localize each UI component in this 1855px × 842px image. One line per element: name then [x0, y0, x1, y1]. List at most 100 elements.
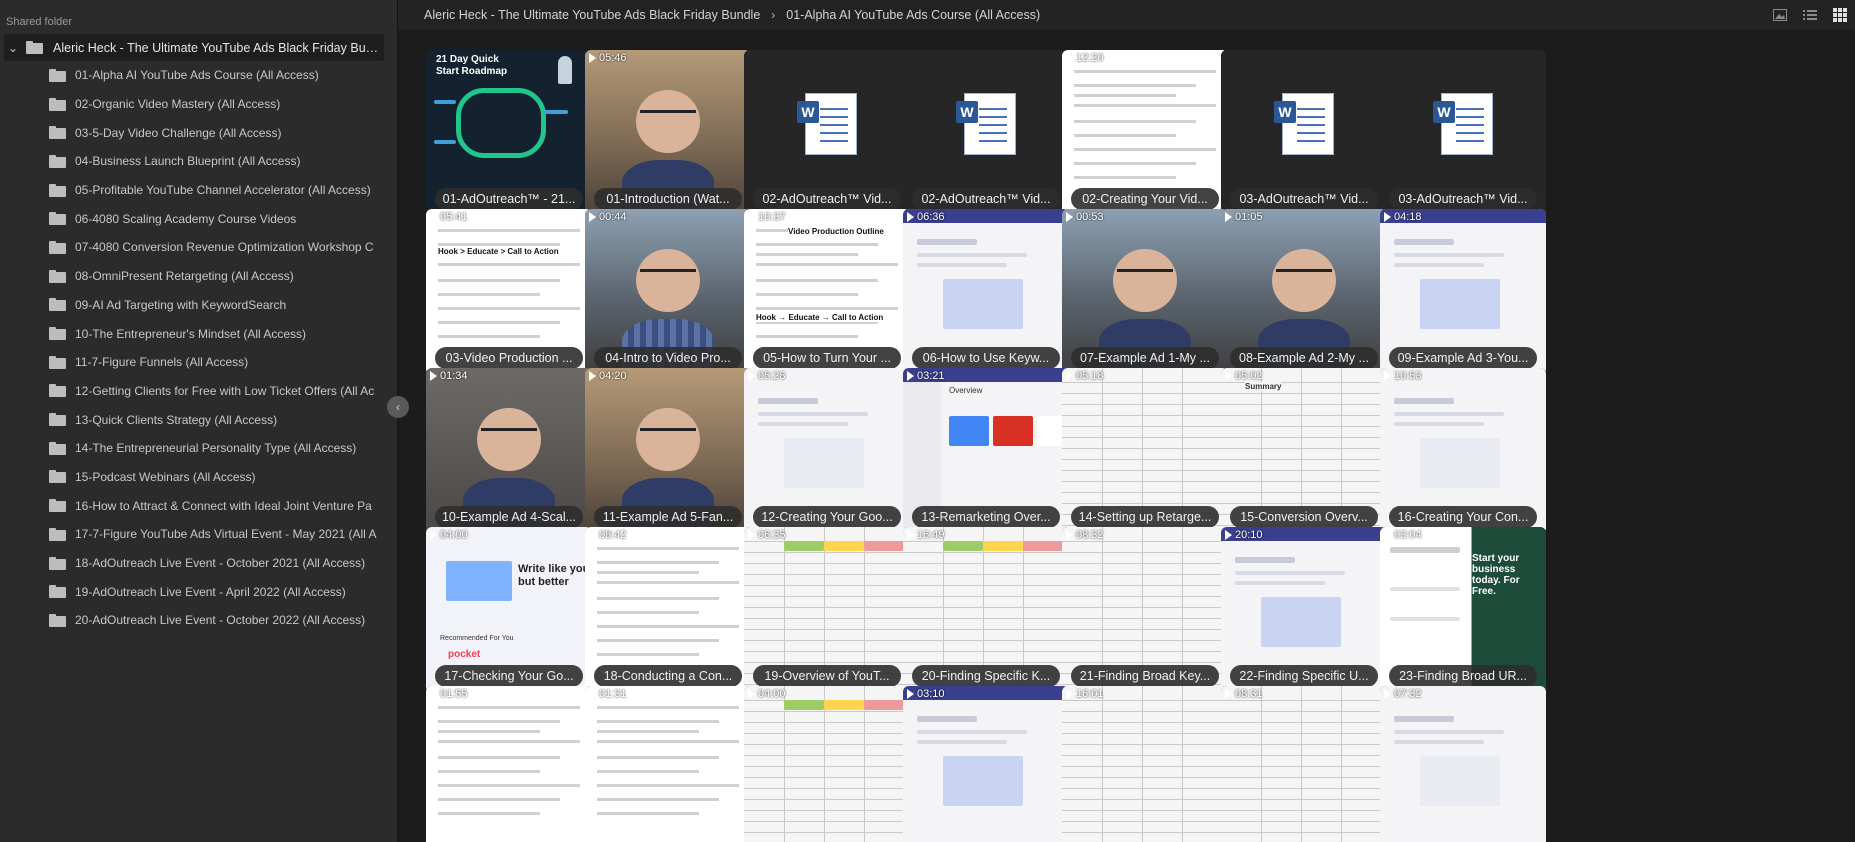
file-tile[interactable]: 16:01	[1062, 686, 1228, 842]
thumbnail-block	[1394, 412, 1504, 416]
file-tile[interactable]: Hook > Educate > Call to Action 05:41 03-V…	[426, 209, 592, 375]
file-tile[interactable]: 08:32 21-Finding Broad Key...	[1062, 527, 1228, 693]
sidebar-item-folder[interactable]: 12-Getting Clients for Free with Low Tic…	[0, 377, 397, 406]
sidebar-item-folder[interactable]: 20-AdOutreach Live Event - October 2022 …	[0, 606, 397, 635]
presenter-face	[1272, 248, 1336, 312]
file-tile[interactable]: 12:20 02-Creating Your Vid...	[1062, 50, 1228, 216]
file-tile[interactable]: 04:20 11-Example Ad 5-Fan...	[585, 368, 751, 534]
sidebar-item-folder[interactable]: 06-4080 Scaling Academy Course Videos	[0, 204, 397, 233]
file-tile[interactable]: 04:18 09-Example Ad 3-You...	[1380, 209, 1546, 375]
video-duration: 04:00	[748, 688, 786, 700]
file-tile[interactable]: 08:42 18-Conducting a Con...	[585, 527, 751, 693]
sidebar-item-label: 03-5-Day Video Challenge (All Access)	[75, 125, 282, 140]
document-line	[756, 243, 878, 246]
breadcrumb-item-current[interactable]: 01-Alpha AI YouTube Ads Course (All Acce…	[786, 8, 1040, 22]
sidebar-item-label: 07-4080 Conversion Revenue Optimization …	[75, 240, 374, 255]
file-tile[interactable]: Start your business today. For Free. 03:0…	[1380, 527, 1546, 693]
file-tile[interactable]: 06:36 06-How to Use Keyw...	[903, 209, 1069, 375]
promo-subtitle: Recommended For You	[440, 635, 514, 642]
file-tile[interactable]: 10:53 16-Creating Your Con...	[1380, 368, 1546, 534]
sheet-row-line	[1062, 426, 1228, 427]
file-name-label: 12-Creating Your Goo...	[753, 506, 901, 528]
thumbnail-block	[758, 398, 818, 404]
file-tile[interactable]: 00:53 07-Example Ad 1-My ...	[1062, 209, 1228, 375]
sidebar-item-folder[interactable]: 18-AdOutreach Live Event - October 2021 …	[0, 549, 397, 578]
file-tile[interactable]: 00:44 04-Intro to Video Pro...	[585, 209, 751, 375]
file-tile[interactable]: 05:18 14-Setting up Retarge...	[1062, 368, 1228, 534]
sidebar-item-folder[interactable]: 05-Profitable YouTube Channel Accelerato…	[0, 176, 397, 205]
file-tile[interactable]: Summary 05:02 15-Conversion Overv...	[1221, 368, 1387, 534]
sidebar-item-folder[interactable]: 10-The Entrepreneur's Mindset (All Acces…	[0, 319, 397, 348]
sidebar-item-folder[interactable]: 01-Alpha AI YouTube Ads Course (All Acce…	[0, 61, 397, 90]
file-tile[interactable]: Overview 03:21 13-Remarketing Over...	[903, 368, 1069, 534]
folder-icon	[49, 97, 66, 111]
sidebar-item-folder[interactable]: 19-AdOutreach Live Event - April 2022 (A…	[0, 577, 397, 606]
sidebar-item-folder[interactable]: 09-AI Ad Targeting with KeywordSearch	[0, 291, 397, 320]
file-tile[interactable]: 03:10	[903, 686, 1069, 842]
breadcrumb-separator: ›	[771, 8, 776, 22]
file-tile[interactable]: 07:32	[1380, 686, 1546, 842]
play-icon	[907, 212, 914, 222]
sidebar-item-folder[interactable]: 16-How to Attract & Connect with Ideal J…	[0, 491, 397, 520]
sidebar-item-folder[interactable]: 17-7-Figure YouTube Ads Virtual Event - …	[0, 520, 397, 549]
file-tile[interactable]: 21 Day Quick Start Roadmap 01-AdOutreach™…	[426, 50, 592, 216]
grid-view-button[interactable]	[1825, 0, 1855, 30]
sidebar-item-folder[interactable]: 13-Quick Clients Strategy (All Access)	[0, 405, 397, 434]
play-icon	[748, 371, 755, 381]
document-subheading: Hook → Educate → Call to Action	[756, 313, 906, 322]
sidebar-item-label: 13-Quick Clients Strategy (All Access)	[75, 412, 278, 427]
sidebar-root-folder[interactable]: ⌄ Aleric Heck - The Ultimate YouTube Ads…	[4, 34, 384, 61]
sheet-row-line	[1062, 393, 1228, 394]
sidebar-item-folder[interactable]: 15-Podcast Webinars (All Access)	[0, 463, 397, 492]
file-tile[interactable]: 16:49 20-Finding Specific K...	[903, 527, 1069, 693]
sheet-row-line	[744, 662, 910, 663]
file-tile[interactable]: 08:31	[1221, 686, 1387, 842]
sidebar-item-folder[interactable]: 03-5-Day Video Challenge (All Access)	[0, 118, 397, 147]
sheet-row-line	[744, 711, 910, 712]
video-duration: 01:55	[430, 688, 468, 700]
sheet-row-line	[1062, 585, 1228, 586]
file-tile[interactable]: 05:28 12-Creating Your Goo...	[744, 368, 910, 534]
sidebar-item-folder[interactable]: 08-OmniPresent Retargeting (All Access)	[0, 262, 397, 291]
file-tile[interactable]: 01:34 10-Example Ad 4-Scal...	[426, 368, 592, 534]
file-tile[interactable]: Write like you but better Recommended For…	[426, 527, 592, 693]
breadcrumb-item-root[interactable]: Aleric Heck - The Ultimate YouTube Ads B…	[424, 8, 760, 22]
thumbnail-block	[758, 412, 868, 416]
file-tile[interactable]: 01:05 08-Example Ad 2-My ...	[1221, 209, 1387, 375]
duration-text: 01:55	[440, 688, 468, 700]
file-tile[interactable]: 01:31	[585, 686, 751, 842]
file-tile[interactable]: W 03-AdOutreach™ Vid...	[1221, 50, 1387, 216]
sheet-row-line	[1062, 470, 1228, 471]
duration-text: 05:28	[758, 370, 786, 382]
sidebar-item-folder[interactable]: 07-4080 Conversion Revenue Optimization …	[0, 233, 397, 262]
file-tile[interactable]: 01:55	[426, 686, 592, 842]
file-tile[interactable]: 06:35 19-Overview of YouT...	[744, 527, 910, 693]
document-line	[438, 229, 580, 232]
file-tile[interactable]: 04:00	[744, 686, 910, 842]
video-duration: 08:32	[1066, 529, 1104, 541]
document-line	[438, 720, 560, 723]
file-tile[interactable]: W 03-AdOutreach™ Vid...	[1380, 50, 1546, 216]
chevron-down-icon[interactable]: ⌄	[4, 41, 22, 55]
collapse-sidebar-button[interactable]: ‹	[387, 396, 409, 418]
sidebar-item-label: 09-AI Ad Targeting with KeywordSearch	[75, 297, 287, 312]
file-tile[interactable]: 20:10 22-Finding Specific U...	[1221, 527, 1387, 693]
thumbnail-block	[1394, 716, 1454, 722]
duration-text: 16:49	[917, 529, 945, 541]
sidebar-item-folder[interactable]: 11-7-Figure Funnels (All Access)	[0, 348, 397, 377]
document-line	[1074, 176, 1176, 179]
document-line	[1074, 162, 1196, 165]
file-name-label: 07-Example Ad 1-My ...	[1071, 347, 1219, 369]
sidebar-item-folder[interactable]: 02-Organic Video Mastery (All Access)	[0, 90, 397, 119]
sheet-row-line	[1221, 777, 1387, 778]
file-tile[interactable]: W 02-AdOutreach™ Vid...	[744, 50, 910, 216]
file-tile[interactable]: 05:46 01-Introduction (Wat...	[585, 50, 751, 216]
list-view-button[interactable]	[1795, 0, 1825, 30]
sheet-row-line	[1062, 492, 1228, 493]
sidebar-item-folder[interactable]: 14-The Entrepreneurial Personality Type …	[0, 434, 397, 463]
sidebar-item-folder[interactable]: 04-Business Launch Blueprint (All Access…	[0, 147, 397, 176]
image-view-button[interactable]	[1765, 0, 1795, 30]
file-tile[interactable]: W 02-AdOutreach™ Vid...	[903, 50, 1069, 216]
file-tile[interactable]: Video Production Outline Hook → Educate →…	[744, 209, 910, 375]
duration-text: 10:53	[1394, 370, 1422, 382]
